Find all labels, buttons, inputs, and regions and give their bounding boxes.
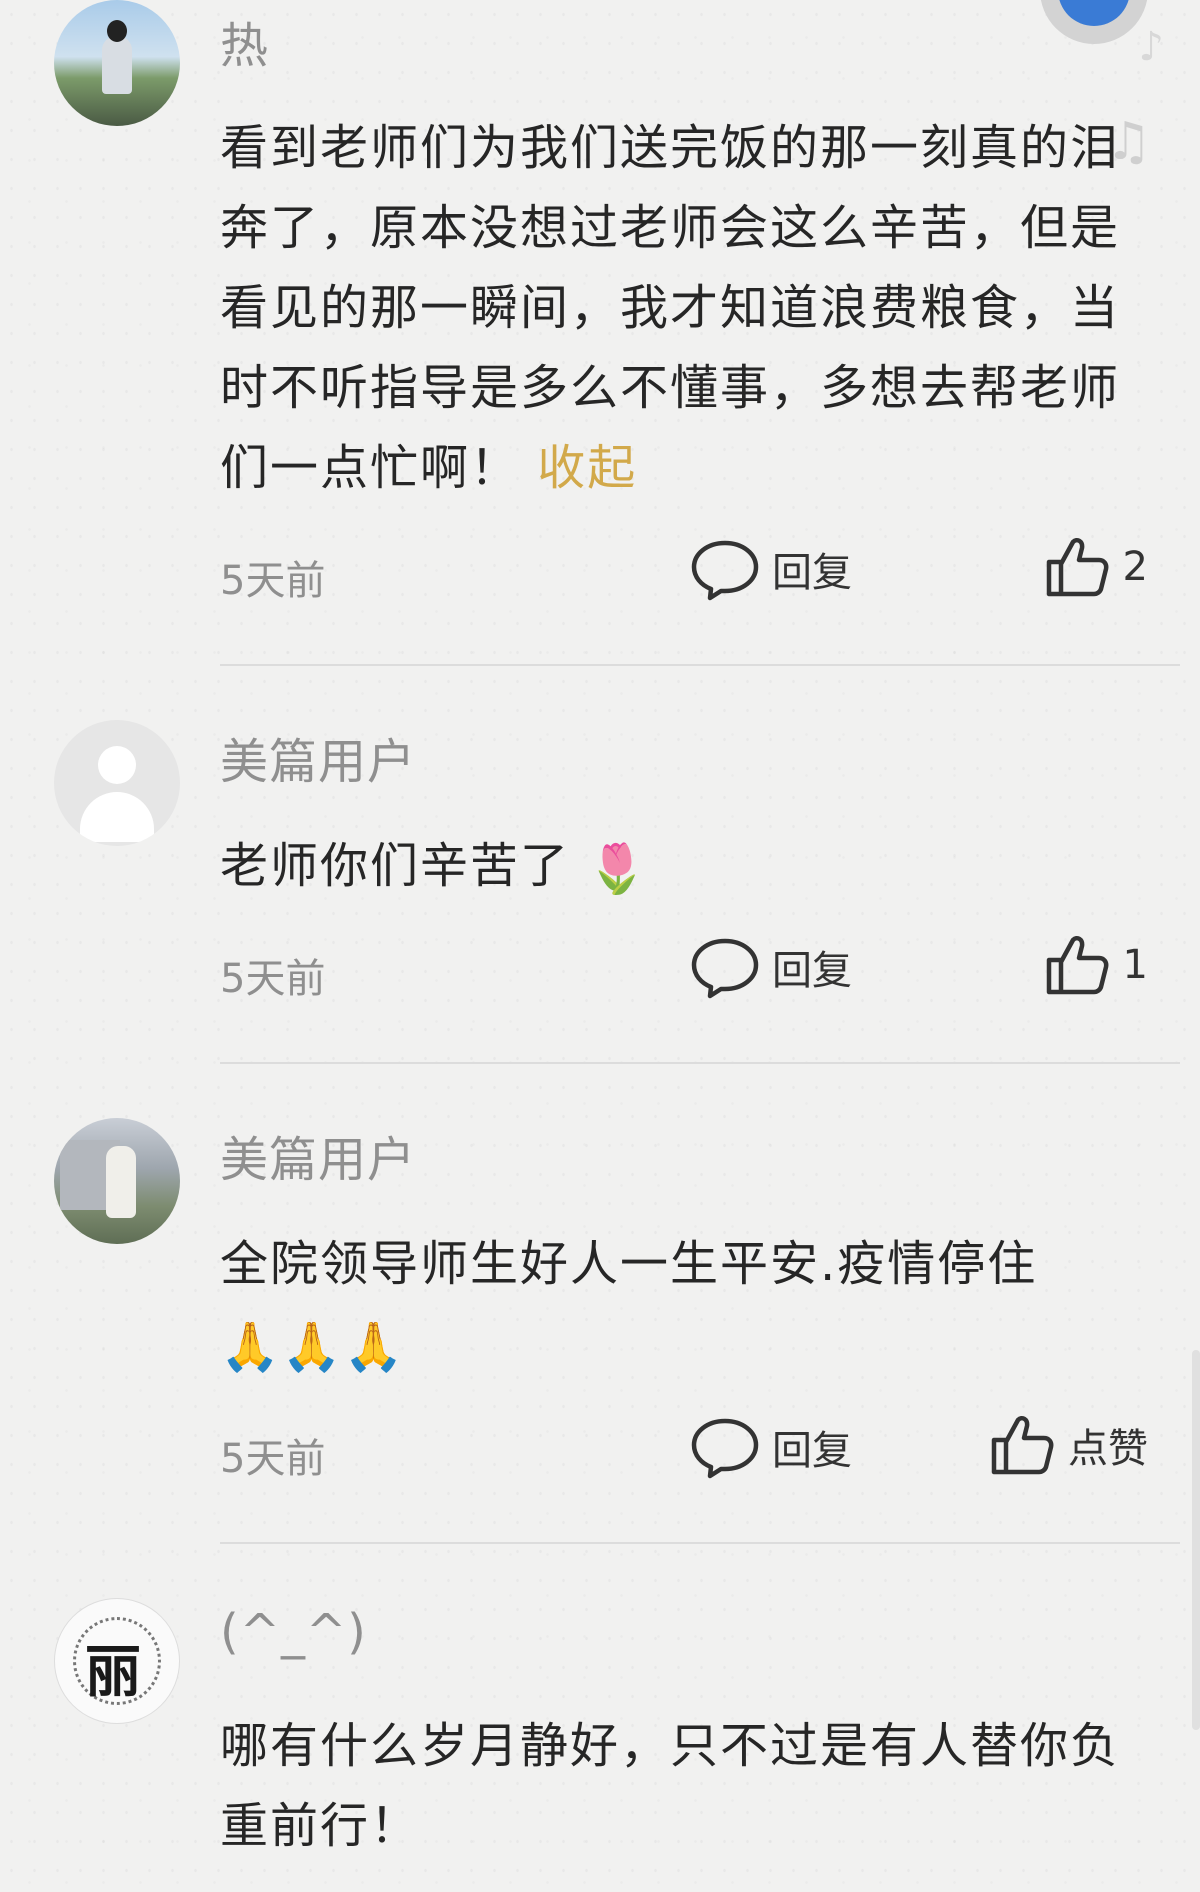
comment-text: 全院领导师生好人一生平安.疫情停住 🙏🙏🙏 xyxy=(220,1224,1150,1387)
collapse-link[interactable]: 收起 xyxy=(537,440,637,496)
thumbs-up-icon xyxy=(1046,936,1108,995)
like-button[interactable]: 1 xyxy=(1043,930,1148,1000)
avatar-figure-head xyxy=(107,20,127,42)
avatar[interactable] xyxy=(54,1118,180,1244)
thumbs-up-icon xyxy=(1046,538,1108,597)
comment-username[interactable]: (^_^) xyxy=(220,1604,367,1660)
thumbs-up-icon xyxy=(991,1416,1054,1475)
avatar[interactable] xyxy=(54,0,180,126)
avatar-statue xyxy=(106,1146,136,1218)
divider xyxy=(220,1062,1180,1064)
comment-time: 5天前 xyxy=(220,558,326,604)
default-avatar-head xyxy=(98,746,136,784)
badge-letter: K xyxy=(1058,0,1130,26)
comment-username[interactable]: 美篇用户 xyxy=(220,1120,416,1190)
reply-button[interactable]: 回复 xyxy=(690,1412,852,1482)
divider xyxy=(220,1542,1180,1544)
comment-text: 看到老师们为我们送完饭的那一刻真的泪奔了，原本没想过老师会这么辛苦，但是看见的那… xyxy=(220,108,1150,508)
reply-button[interactable]: 回复 xyxy=(690,932,852,1002)
like-count: 点赞 xyxy=(1068,1426,1148,1472)
like-count: 2 xyxy=(1122,544,1148,590)
comment-username[interactable]: 热 xyxy=(220,6,269,76)
comment-bubble-icon xyxy=(691,540,759,601)
avatar-figure xyxy=(102,36,132,94)
comment-body: 看到老师们为我们送完饭的那一刻真的泪奔了，原本没想过老师会这么辛苦，但是看见的那… xyxy=(220,120,1121,496)
scrollbar[interactable] xyxy=(1192,1350,1200,1730)
avatar-glyph: 丽 xyxy=(85,1639,141,1705)
comment-bubble-icon xyxy=(691,938,759,999)
default-avatar-body xyxy=(80,792,154,842)
comment-time: 5天前 xyxy=(220,1436,326,1482)
reply-label: 回复 xyxy=(772,1428,852,1474)
like-button[interactable]: 点赞 xyxy=(988,1410,1148,1480)
music-note-icon: ♪ xyxy=(1138,24,1164,70)
avatar[interactable] xyxy=(54,720,180,846)
reply-button[interactable]: 回复 xyxy=(690,534,852,604)
comment-body: 全院领导师生好人一生平安.疫情停住 xyxy=(220,1236,1038,1292)
floating-badge[interactable]: K xyxy=(1040,0,1148,44)
divider xyxy=(220,664,1180,666)
comment-bubble-icon xyxy=(691,1418,759,1479)
like-button[interactable]: 2 xyxy=(1043,532,1148,602)
comment-text: 哪有什么岁月静好，只不过是有人替你负重前行！ xyxy=(220,1706,1150,1866)
like-count: 1 xyxy=(1122,942,1148,988)
reply-label: 回复 xyxy=(772,948,852,994)
comment-body: 哪有什么岁月静好，只不过是有人替你负重前行！ xyxy=(220,1718,1121,1854)
reply-label: 回复 xyxy=(772,550,852,596)
comment-time: 5天前 xyxy=(220,956,326,1002)
avatar[interactable]: 丽 xyxy=(54,1598,180,1724)
praying-hands-emoji: 🙏🙏🙏 xyxy=(220,1319,406,1375)
comment-body: 老师你们辛苦了 xyxy=(220,838,571,894)
comment-username[interactable]: 美篇用户 xyxy=(220,722,416,792)
comment-text: 老师你们辛苦了 🌷 xyxy=(220,826,1150,909)
tulip-emoji: 🌷 xyxy=(587,841,650,897)
